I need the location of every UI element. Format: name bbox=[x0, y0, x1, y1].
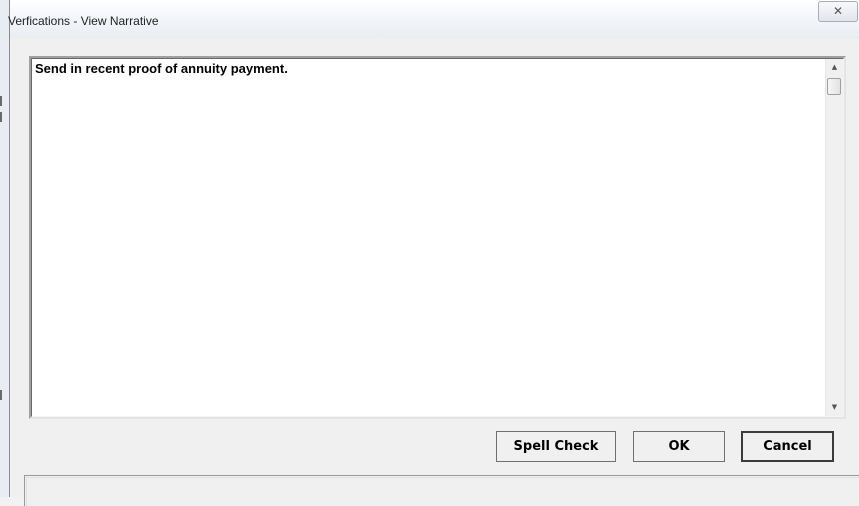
background-mark bbox=[0, 390, 2, 400]
narrative-text[interactable]: Send in recent proof of annuity payment. bbox=[35, 61, 823, 416]
vertical-scrollbar[interactable]: ▲ ▼ bbox=[825, 59, 843, 416]
cancel-button[interactable]: Cancel bbox=[741, 431, 834, 462]
bottom-panel bbox=[24, 475, 859, 506]
narrative-textarea[interactable]: Send in recent proof of annuity payment.… bbox=[29, 56, 846, 419]
close-button[interactable]: ✕ bbox=[818, 1, 858, 22]
arrow-up-icon: ▲ bbox=[831, 63, 838, 71]
title-bar[interactable]: Verfications - View Narrative ✕ bbox=[8, 0, 859, 39]
background-mark bbox=[0, 112, 2, 122]
ok-button[interactable]: OK bbox=[633, 431, 725, 462]
bottom-panel-inner bbox=[26, 477, 859, 506]
close-icon: ✕ bbox=[832, 4, 844, 18]
arrow-down-icon: ▼ bbox=[831, 403, 838, 411]
dialog-body: Send in recent proof of annuity payment.… bbox=[10, 38, 859, 506]
scroll-thumb[interactable] bbox=[827, 78, 841, 95]
narrative-inner-border: Send in recent proof of annuity payment.… bbox=[31, 58, 844, 417]
scroll-down-button[interactable]: ▼ bbox=[826, 399, 843, 416]
narrative-dialog: Verfications - View Narrative ✕ Send in … bbox=[8, 0, 859, 506]
background-mark bbox=[0, 96, 2, 106]
window-title: Verfications - View Narrative bbox=[8, 14, 159, 28]
spell-check-button[interactable]: Spell Check bbox=[496, 431, 616, 462]
scroll-up-button[interactable]: ▲ bbox=[826, 59, 843, 76]
